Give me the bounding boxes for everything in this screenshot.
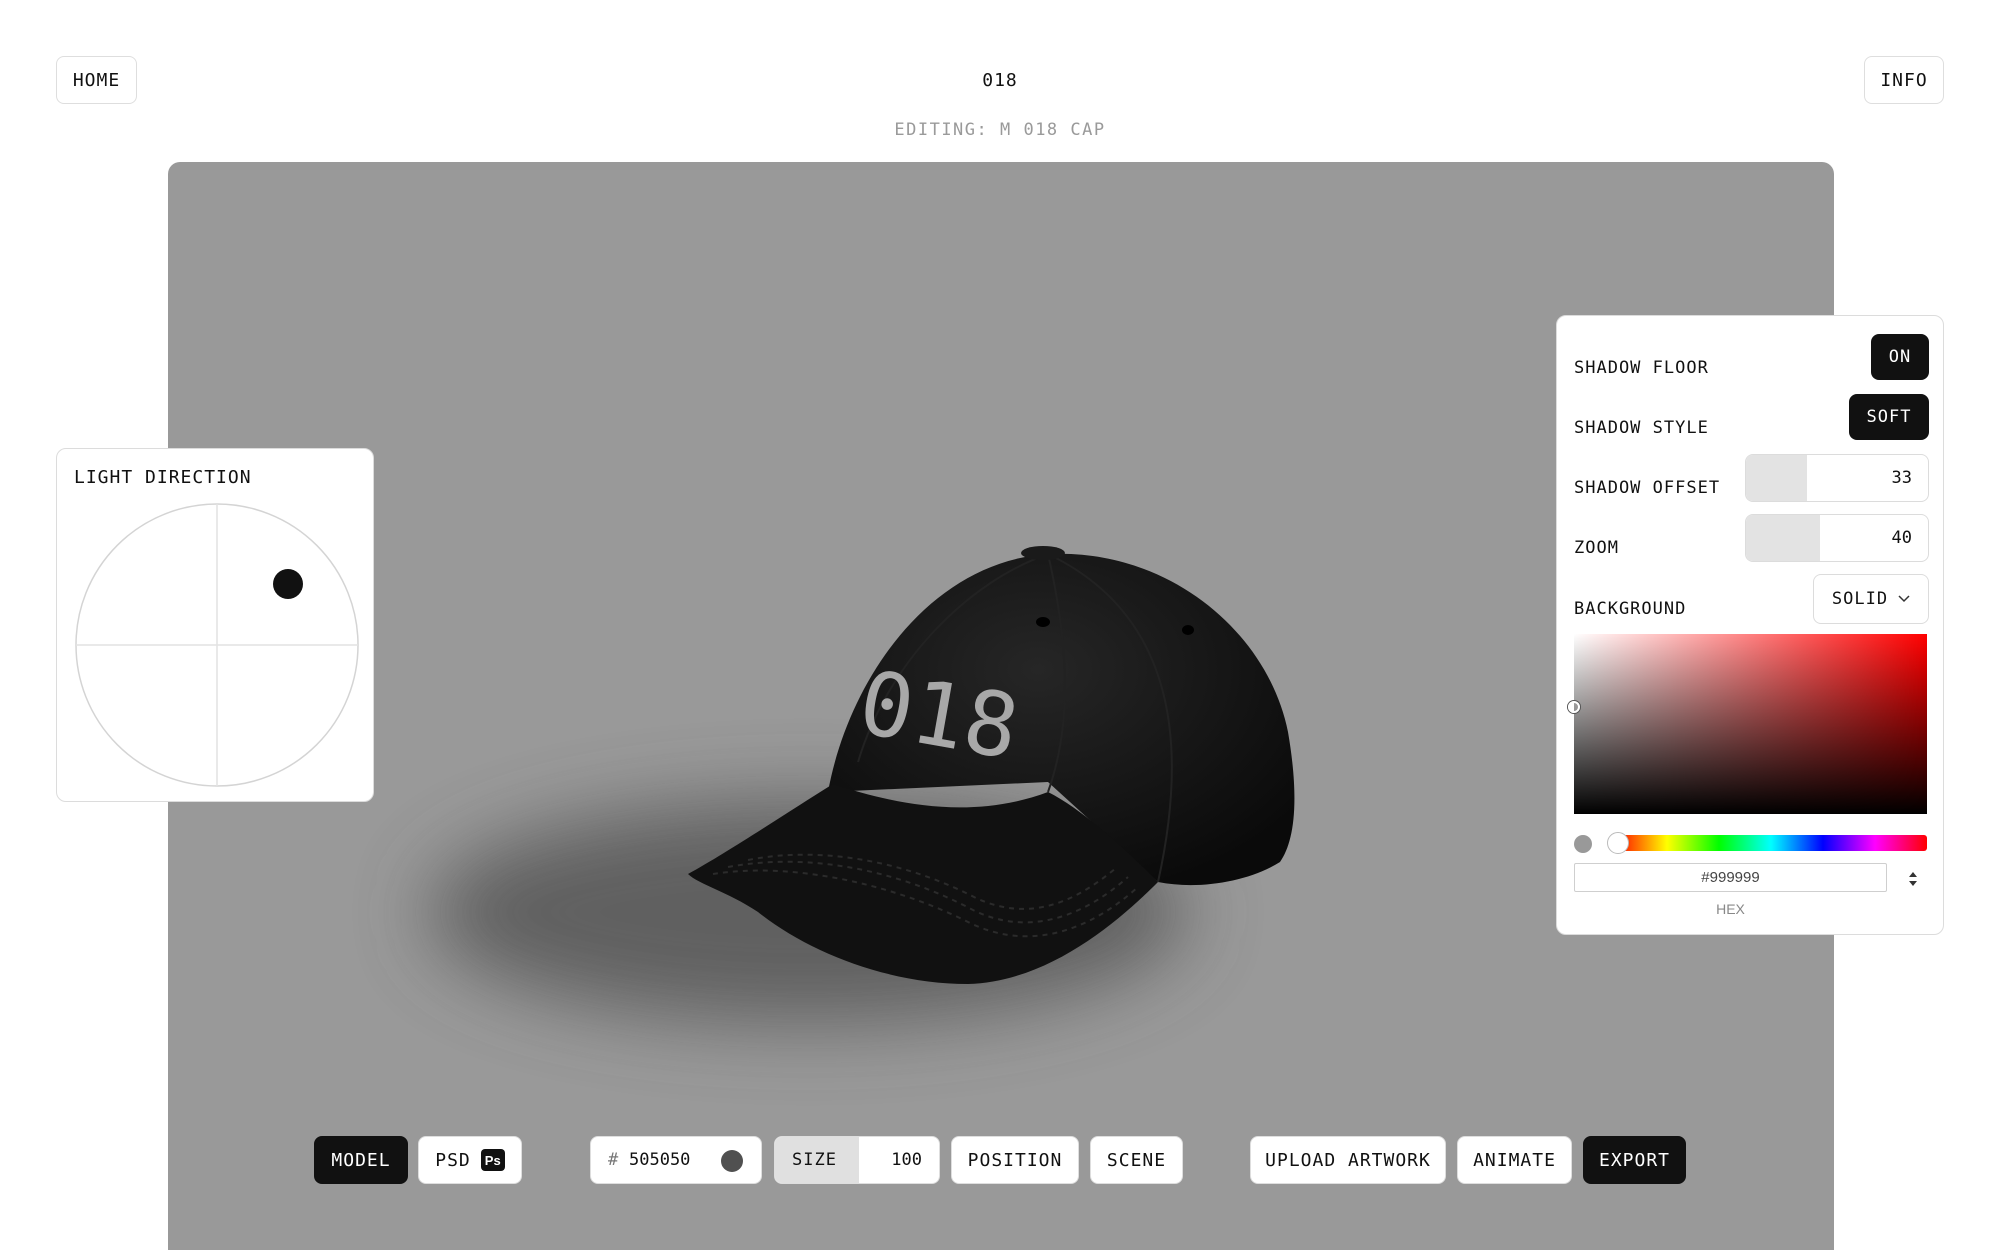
background-label: BACKGROUND [1574, 599, 1687, 619]
saturation-brightness-handle[interactable] [1568, 701, 1580, 713]
info-button[interactable]: INFO [1864, 56, 1944, 104]
background-select[interactable]: SOLID [1813, 574, 1929, 624]
psd-button[interactable]: PSD Ps [418, 1136, 522, 1184]
zoom-value: 40 [1891, 528, 1912, 548]
scene-settings-panel: SHADOW FLOOR ON SHADOW STYLE SOFT SHADOW… [1556, 315, 1944, 935]
editing-label: EDITING: M 018 CAP [894, 120, 1106, 140]
zoom-label: ZOOM [1574, 538, 1619, 558]
chevron-down-icon [1898, 595, 1910, 603]
size-value: 100 [891, 1150, 922, 1170]
export-button[interactable]: EXPORT [1583, 1136, 1686, 1184]
saturation-brightness-picker[interactable] [1574, 634, 1927, 814]
light-direction-panel: LIGHT DIRECTION [56, 448, 374, 802]
cap-color-input[interactable]: # 505050 [590, 1136, 762, 1184]
hex-input[interactable]: #999999 [1574, 863, 1887, 892]
size-slider[interactable]: SIZE 100 [774, 1136, 940, 1184]
light-direction-title: LIGHT DIRECTION [74, 467, 252, 488]
shadow-style-label: SHADOW STYLE [1574, 418, 1709, 438]
model-button[interactable]: MODEL [314, 1136, 408, 1184]
zoom-slider[interactable]: 40 [1745, 514, 1929, 562]
page-title: 018 [982, 70, 1018, 91]
hash-prefix: # [608, 1150, 619, 1170]
scene-button[interactable]: SCENE [1090, 1136, 1183, 1184]
cap-color-value: 505050 [629, 1150, 691, 1170]
animate-button[interactable]: ANIMATE [1457, 1136, 1572, 1184]
cap-color-swatch[interactable] [721, 1150, 743, 1172]
light-direction-handle [273, 569, 303, 599]
shadow-offset-value: 33 [1891, 468, 1912, 488]
shadow-offset-label: SHADOW OFFSET [1574, 478, 1721, 498]
size-label: SIZE [792, 1150, 837, 1170]
hue-slider-handle[interactable] [1607, 832, 1629, 854]
shadow-floor-toggle[interactable]: ON [1871, 334, 1929, 380]
shadow-offset-slider[interactable]: 33 [1745, 454, 1929, 502]
hex-label: HEX [1716, 901, 1745, 917]
shadow-floor-label: SHADOW FLOOR [1574, 358, 1709, 378]
shadow-style-toggle[interactable]: SOFT [1849, 394, 1929, 440]
hue-slider[interactable] [1615, 835, 1927, 851]
photoshop-icon: Ps [480, 1149, 505, 1171]
light-direction-dial[interactable] [75, 503, 359, 787]
upload-artwork-button[interactable]: UPLOAD ARTWORK [1250, 1136, 1446, 1184]
position-button[interactable]: POSITION [951, 1136, 1079, 1184]
background-select-value: SOLID [1831, 589, 1889, 609]
psd-label: PSD [435, 1149, 471, 1171]
current-color-swatch [1574, 835, 1592, 853]
format-toggle-icon[interactable] [1906, 869, 1920, 889]
